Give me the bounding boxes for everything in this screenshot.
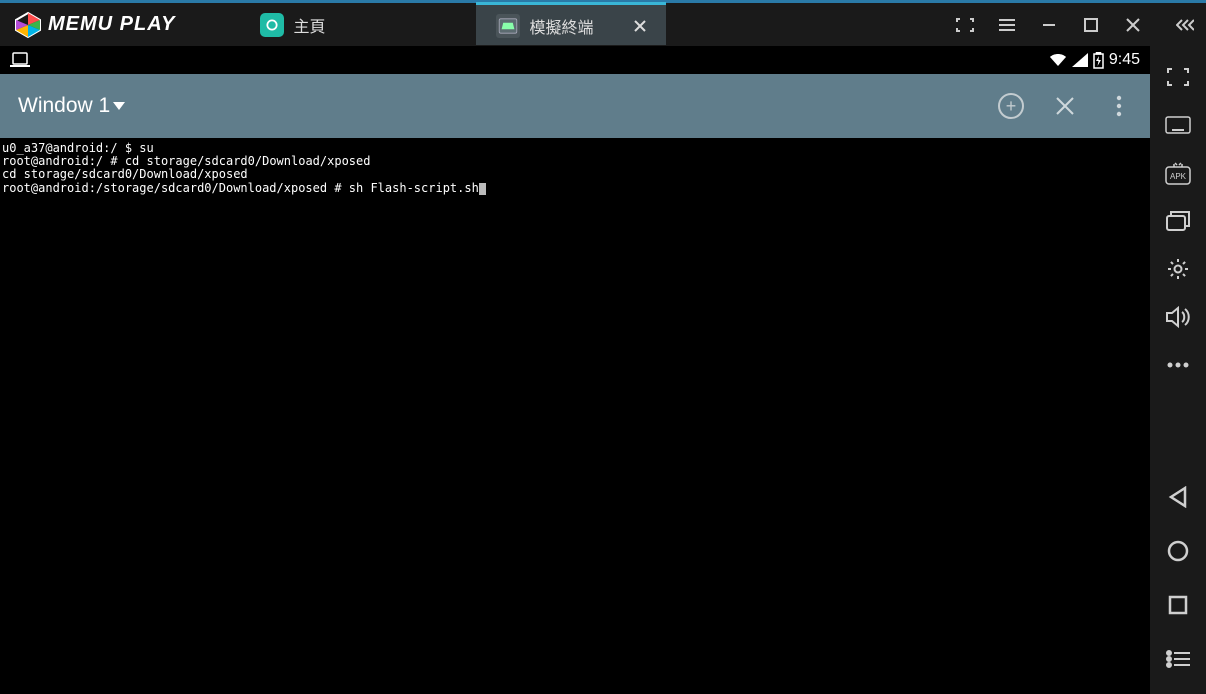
terminal-line: u0_a37@android:/ $ su [2, 141, 154, 155]
menu-lines-icon[interactable] [996, 14, 1018, 36]
tab-home[interactable]: 主頁 [240, 3, 346, 46]
window-title[interactable]: Window 1 [18, 94, 125, 118]
toolbar-actions: + [998, 93, 1132, 119]
gear-icon[interactable] [1165, 256, 1191, 282]
window-title-text: Window 1 [18, 94, 110, 118]
overflow-menu-button[interactable] [1106, 93, 1132, 119]
terminal-line: root@android:/storage/sdcard0/Download/x… [2, 181, 479, 195]
tab-home-label: 主頁 [294, 13, 326, 37]
memu-logo-icon [14, 11, 42, 39]
add-window-button[interactable]: + [998, 93, 1024, 119]
android-status-bar: 9:45 [0, 46, 1150, 74]
memu-logo[interactable]: MEMU PLAY [0, 11, 190, 39]
fullscreen-corners-icon[interactable] [954, 14, 976, 36]
close-window-action[interactable] [1052, 93, 1078, 119]
terminal-cursor [479, 183, 486, 195]
back-icon[interactable] [1165, 484, 1191, 510]
maximize-button[interactable] [1080, 14, 1102, 36]
emulator-sidebar: APK [1150, 46, 1206, 694]
terminal-line: root@android:/ # cd storage/sdcard0/Down… [2, 154, 370, 168]
emulator-titlebar: MEMU PLAY 主頁 模擬終端 [0, 0, 1206, 46]
brand-text: MEMU PLAY [48, 13, 176, 36]
recent-icon[interactable] [1165, 592, 1191, 618]
signal-icon [1072, 53, 1088, 67]
wifi-icon [1049, 53, 1067, 67]
tab-terminal[interactable]: 模擬終端 [476, 2, 666, 45]
sidebar-expand-icon[interactable] [1174, 14, 1196, 36]
laptop-icon [10, 52, 30, 68]
terminal-line: cd storage/sdcard0/Download/xposed [2, 167, 248, 181]
list-icon[interactable] [1165, 646, 1191, 672]
keyboard-icon[interactable] [1165, 112, 1191, 138]
volume-icon[interactable] [1165, 304, 1191, 330]
home-tab-icon [260, 13, 284, 37]
terminal-tab-icon [496, 14, 520, 38]
more-icon[interactable] [1165, 352, 1191, 378]
android-screen: 9:45 Window 1 + u0_a37@android:/ $ su ro… [0, 46, 1150, 694]
status-time: 9:45 [1109, 51, 1140, 69]
battery-icon [1093, 52, 1104, 69]
tab-close-button[interactable] [634, 20, 646, 32]
dropdown-icon [113, 102, 125, 110]
fullscreen-icon[interactable] [1165, 64, 1191, 90]
apk-icon[interactable]: APK [1165, 160, 1191, 186]
terminal-output[interactable]: u0_a37@android:/ $ su root@android:/ # c… [0, 138, 1150, 199]
home-nav-icon[interactable] [1165, 538, 1191, 564]
window-controls [954, 14, 1196, 36]
terminal-app-toolbar: Window 1 + [0, 74, 1150, 138]
titlebar-left: MEMU PLAY 主頁 模擬終端 [0, 3, 666, 46]
close-window-button[interactable] [1122, 14, 1144, 36]
multi-window-icon[interactable] [1165, 208, 1191, 234]
tab-terminal-label: 模擬終端 [530, 14, 594, 38]
add-icon: + [998, 93, 1024, 119]
minimize-button[interactable] [1038, 14, 1060, 36]
svg-text:APK: APK [1170, 172, 1187, 181]
